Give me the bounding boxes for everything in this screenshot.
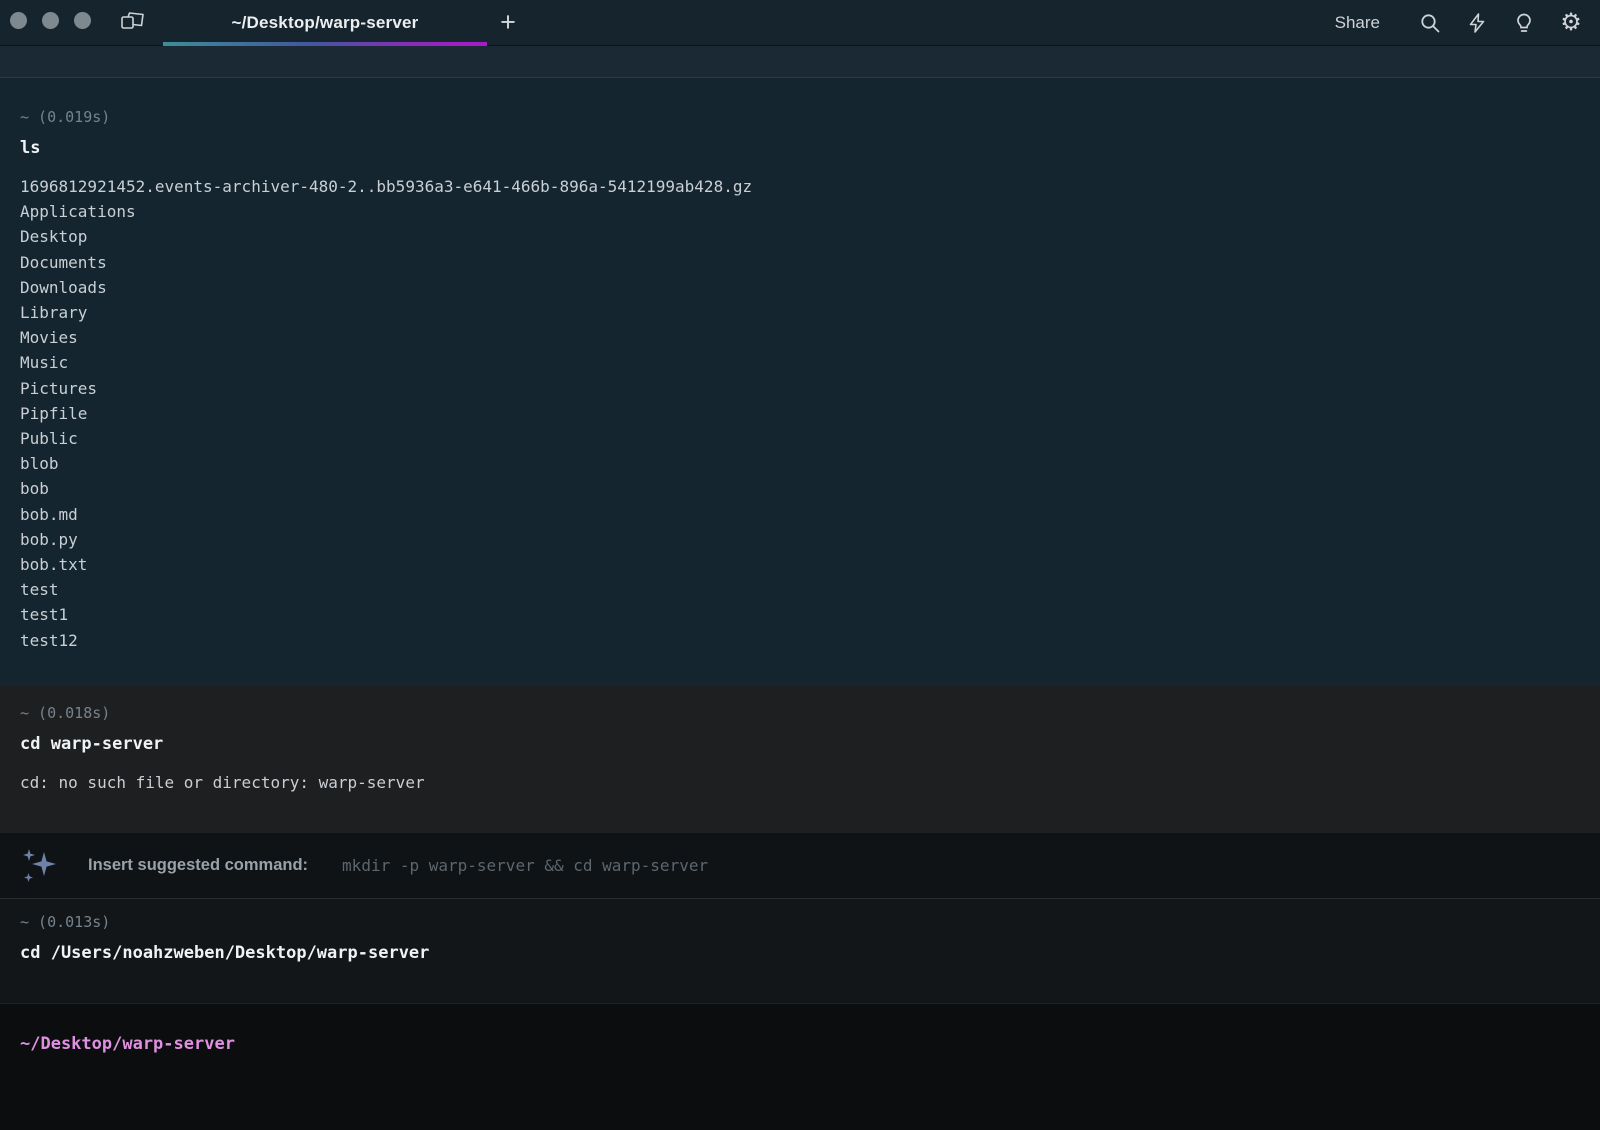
lightbulb-icon: [1513, 12, 1535, 34]
insert-suggested-command-bar[interactable]: Insert suggested command: mkdir -p warp-…: [0, 833, 1600, 898]
output-line: Applications: [20, 199, 1580, 224]
output-line: test12: [20, 628, 1580, 653]
output-line: test: [20, 577, 1580, 602]
share-button[interactable]: Share: [1335, 13, 1380, 33]
prompt-current-directory: ~/Desktop/warp-server: [20, 1034, 235, 1054]
output-line: Music: [20, 350, 1580, 375]
output-line: test1: [20, 602, 1580, 627]
command-block-ls[interactable]: ~ (0.019s) ls 1696812921452.events-archi…: [0, 78, 1600, 686]
sparkles-icon: [22, 846, 58, 886]
block-command: cd /Users/noahzweben/Desktop/warp-server: [20, 941, 1580, 965]
block-error-output: cd: no such file or directory: warp-serv…: [20, 770, 1580, 795]
ai-command-button[interactable]: [1466, 12, 1488, 34]
command-block-cd-full-path[interactable]: ~ (0.013s) cd /Users/noahzweben/Desktop/…: [0, 898, 1600, 1003]
tab-active-underline: [163, 42, 487, 46]
lightning-bolt-icon: [1466, 12, 1488, 34]
output-line: Documents: [20, 250, 1580, 275]
output-line: Movies: [20, 325, 1580, 350]
terminal-input-area[interactable]: ~/Desktop/warp-server: [0, 1003, 1600, 1130]
overlapping-panes-icon: [120, 10, 146, 37]
output-line: Library: [20, 300, 1580, 325]
output-line: Downloads: [20, 275, 1580, 300]
search-button[interactable]: [1419, 12, 1441, 34]
terminal-tab[interactable]: ~/Desktop/warp-server: [163, 0, 487, 46]
block-header: ~ (0.018s): [20, 702, 1580, 724]
output-line: bob: [20, 476, 1580, 501]
output-line: Desktop: [20, 224, 1580, 249]
new-tab-button[interactable]: +: [492, 6, 524, 38]
output-line: blob: [20, 451, 1580, 476]
output-line: cd: no such file or directory: warp-serv…: [20, 770, 1580, 795]
search-icon: [1419, 12, 1441, 34]
tab-title: ~/Desktop/warp-server: [231, 13, 418, 33]
titlebar: ~/Desktop/warp-server + Share: [0, 0, 1600, 46]
suggestion-label: Insert suggested command:: [88, 856, 308, 875]
titlebar-actions: Share: [1335, 0, 1582, 46]
block-command: ls: [20, 136, 1580, 160]
output-line: Pictures: [20, 376, 1580, 401]
output-line: bob.py: [20, 527, 1580, 552]
block-header: ~ (0.019s): [20, 106, 1580, 128]
suggested-command[interactable]: mkdir -p warp-server && cd warp-server: [342, 856, 708, 875]
block-output: 1696812921452.events-archiver-480-2..bb5…: [20, 174, 1580, 653]
minimize-window-button[interactable]: [42, 12, 59, 29]
gear-icon: ⚙: [1560, 11, 1582, 35]
block-header: ~ (0.013s): [20, 911, 1580, 933]
zoom-window-button[interactable]: [74, 12, 91, 29]
output-line: bob.txt: [20, 552, 1580, 577]
tips-button[interactable]: [1513, 12, 1535, 34]
output-line: Pipfile: [20, 401, 1580, 426]
bookmarks-button[interactable]: [116, 9, 150, 37]
block-command: cd warp-server: [20, 732, 1580, 756]
output-line: bob.md: [20, 502, 1580, 527]
output-line: 1696812921452.events-archiver-480-2..bb5…: [20, 174, 1580, 199]
close-window-button[interactable]: [10, 12, 27, 29]
command-block-cd-warp-server[interactable]: ~ (0.018s) cd warp-server cd: no such fi…: [0, 686, 1600, 833]
scrollback-band: [0, 46, 1600, 78]
output-line: Public: [20, 426, 1580, 451]
settings-button[interactable]: ⚙: [1560, 12, 1582, 34]
traffic-lights: [10, 12, 91, 29]
